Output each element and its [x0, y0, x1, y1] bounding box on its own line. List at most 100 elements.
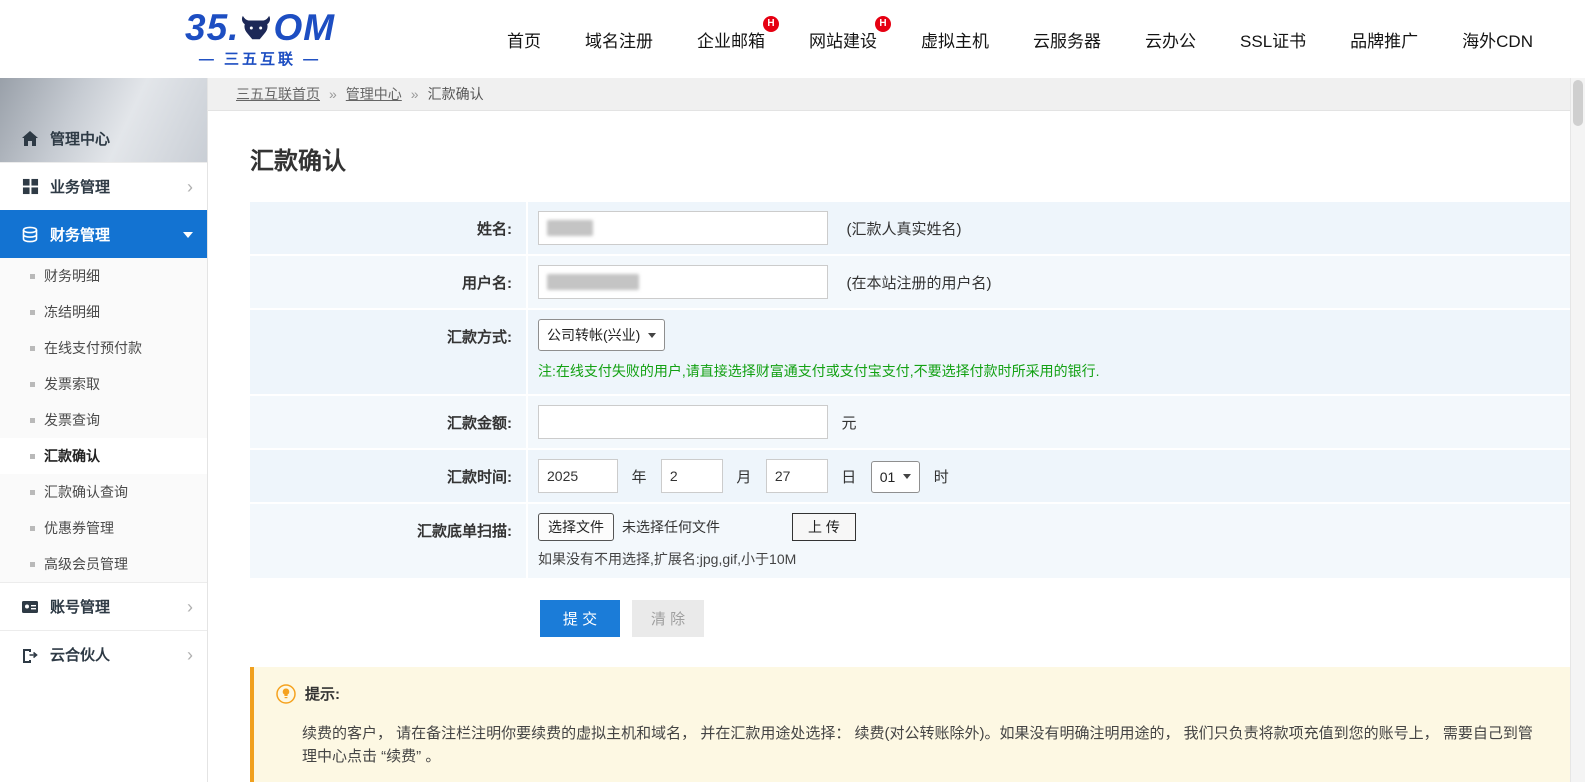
receipt-hint: 如果没有不用选择,扩展名:jpg,gif,小于10M	[538, 549, 1570, 569]
nav-item-brand-promotion[interactable]: 品牌推广	[1350, 27, 1418, 52]
hour-unit: 时	[934, 469, 949, 486]
hot-badge: H	[875, 16, 891, 32]
clear-button[interactable]: 清 除	[632, 600, 704, 637]
redacted-username-value	[547, 274, 639, 290]
sidebar-item-label: 云合伙人	[50, 644, 187, 665]
day-input[interactable]	[766, 459, 828, 493]
bullet-icon	[30, 310, 35, 315]
nav-item-overseas-cdn[interactable]: 海外CDN	[1462, 27, 1533, 52]
chevron-right-icon: ›	[187, 178, 193, 196]
sidebar-item-label: 管理中心	[50, 128, 193, 149]
username-note: (在本站注册的用户名)	[846, 275, 991, 292]
submenu-item-premium-member[interactable]: 高级会员管理	[0, 546, 207, 582]
notice-title: 提示:	[305, 683, 340, 704]
nav-item-ssl-cert[interactable]: SSL证书	[1240, 27, 1306, 52]
submenu-item-remittance-confirm-query[interactable]: 汇款确认查询	[0, 474, 207, 510]
logo[interactable]: 35. OM — 三五互联 —	[185, 9, 335, 69]
home-icon	[20, 128, 40, 148]
submenu-item-invoice-request[interactable]: 发票索取	[0, 366, 207, 402]
submenu-label: 汇款确认	[44, 446, 100, 466]
nav-label: 云办公	[1145, 32, 1196, 51]
sidebar-hero-banner: 管理中心	[0, 78, 207, 162]
form-row-amount: 汇款金额: 元	[250, 394, 1570, 448]
nav-item-domain[interactable]: 域名注册	[585, 27, 653, 52]
submenu-label: 发票查询	[44, 410, 100, 430]
bull-icon	[240, 14, 272, 42]
scrollbar-thumb[interactable]	[1573, 80, 1583, 126]
year-unit: 年	[631, 469, 646, 486]
form-row-receipt: 汇款底单扫描: 选择文件 未选择任何文件 上 传 如果没有不用选择,扩展名:jp…	[250, 502, 1570, 578]
username-label: 用户名:	[250, 256, 528, 308]
nav-label: 网站建设	[809, 32, 877, 51]
hour-selected-value: 01	[880, 469, 896, 485]
nav-item-virtual-host[interactable]: 虚拟主机	[921, 27, 989, 52]
receipt-field-area: 选择文件 未选择任何文件 上 传 如果没有不用选择,扩展名:jpg,gif,小于…	[528, 504, 1570, 578]
bullet-icon	[30, 274, 35, 279]
method-field-area: 公司转帐(兴业) 注:在线支付失败的用户,请直接选择财富通支付或支付宝支付,不要…	[528, 310, 1570, 394]
sidebar-item-account-management[interactable]: 账号管理 ›	[0, 582, 207, 630]
breadcrumb-separator: »	[411, 86, 419, 102]
breadcrumb-link-home[interactable]: 三五互联首页	[236, 84, 320, 104]
upload-button[interactable]: 上 传	[792, 513, 856, 541]
submit-button[interactable]: 提 交	[540, 600, 620, 637]
submenu-item-remittance-confirm[interactable]: 汇款确认	[0, 438, 207, 474]
sidebar-item-label: 账号管理	[50, 596, 187, 617]
sidebar-item-finance-management[interactable]: 财务管理	[0, 210, 207, 258]
submenu-item-invoice-query[interactable]: 发票查询	[0, 402, 207, 438]
page-body: 管理中心 业务管理 › 财务管理 财务明细 冻结明细 在线支付预付款 发票索取 …	[0, 78, 1585, 782]
top-header: 35. OM — 三五互联 — 首页 域名注册 企业邮箱H 网站建设H 虚拟主机…	[0, 0, 1585, 78]
submenu-label: 冻结明细	[44, 302, 100, 322]
year-input[interactable]	[538, 459, 618, 493]
amount-field-area: 元	[528, 396, 1570, 448]
method-select[interactable]: 公司转帐(兴业)	[538, 319, 665, 351]
amount-label: 汇款金额:	[250, 396, 528, 448]
id-card-icon	[20, 597, 40, 617]
hot-badge: H	[763, 16, 779, 32]
sidebar-item-label: 财务管理	[50, 224, 183, 245]
redacted-name-value	[547, 220, 593, 236]
nav-label: 企业邮箱	[697, 32, 765, 51]
logo-suffix: OM	[273, 9, 335, 46]
chevron-down-icon	[903, 474, 911, 479]
chevron-right-icon: ›	[187, 598, 193, 616]
method-tip: 注:在线支付失败的用户,请直接选择财富通支付或支付宝支付,不要选择付款时所采用的…	[538, 361, 1570, 381]
main-nav: 首页 域名注册 企业邮箱H 网站建设H 虚拟主机 云服务器 云办公 SSL证书 …	[507, 27, 1533, 52]
submenu-item-frozen-detail[interactable]: 冻结明细	[0, 294, 207, 330]
nav-item-cloud-office[interactable]: 云办公	[1145, 27, 1196, 52]
logo-text: 35. OM	[185, 9, 335, 46]
notice-box: 提示: 续费的客户， 请在备注栏注明你要续费的虚拟主机和域名， 并在汇款用途处选…	[250, 667, 1570, 782]
bullet-icon	[30, 526, 35, 531]
bullet-icon	[30, 454, 35, 459]
nav-item-cloud-server[interactable]: 云服务器	[1033, 27, 1101, 52]
nav-item-website-building[interactable]: 网站建设H	[809, 27, 877, 52]
sidebar-item-management-center[interactable]: 管理中心	[0, 114, 207, 162]
grid-icon	[20, 177, 40, 197]
hour-select[interactable]: 01	[871, 461, 921, 493]
submenu-item-finance-detail[interactable]: 财务明细	[0, 258, 207, 294]
vertical-scrollbar[interactable]	[1570, 78, 1585, 782]
coins-icon	[20, 225, 40, 245]
breadcrumb-link-management-center[interactable]: 管理中心	[346, 84, 402, 104]
name-note: (汇款人真实姓名)	[846, 221, 961, 238]
amount-input[interactable]	[538, 405, 828, 439]
submenu-label: 汇款确认查询	[44, 482, 128, 502]
remittance-form: 姓名: (汇款人真实姓名) 用户名:	[250, 202, 1570, 578]
form-actions: 提 交 清 除	[540, 600, 1570, 637]
logo-prefix: 35.	[185, 9, 239, 46]
logo-subtitle: — 三五互联 —	[199, 48, 321, 69]
nav-item-enterprise-mail[interactable]: 企业邮箱H	[697, 27, 765, 52]
day-unit: 日	[841, 469, 856, 486]
sidebar-item-business-management[interactable]: 业务管理 ›	[0, 162, 207, 210]
breadcrumb-current: 汇款确认	[428, 84, 484, 104]
month-input[interactable]	[661, 459, 723, 493]
nav-item-home[interactable]: 首页	[507, 27, 541, 52]
sidebar-item-cloud-partner[interactable]: 云合伙人 ›	[0, 630, 207, 678]
notice-header: 提示:	[276, 683, 1546, 704]
submenu-item-online-prepay[interactable]: 在线支付预付款	[0, 330, 207, 366]
submenu-label: 在线支付预付款	[44, 338, 142, 358]
submenu-item-coupon-management[interactable]: 优惠券管理	[0, 510, 207, 546]
content: 汇款确认 姓名: (汇款人真实姓名) 用户名:	[208, 111, 1570, 782]
submenu-label: 发票索取	[44, 374, 100, 394]
choose-file-button[interactable]: 选择文件	[538, 513, 614, 541]
method-selected-value: 公司转帐(兴业)	[547, 325, 640, 345]
